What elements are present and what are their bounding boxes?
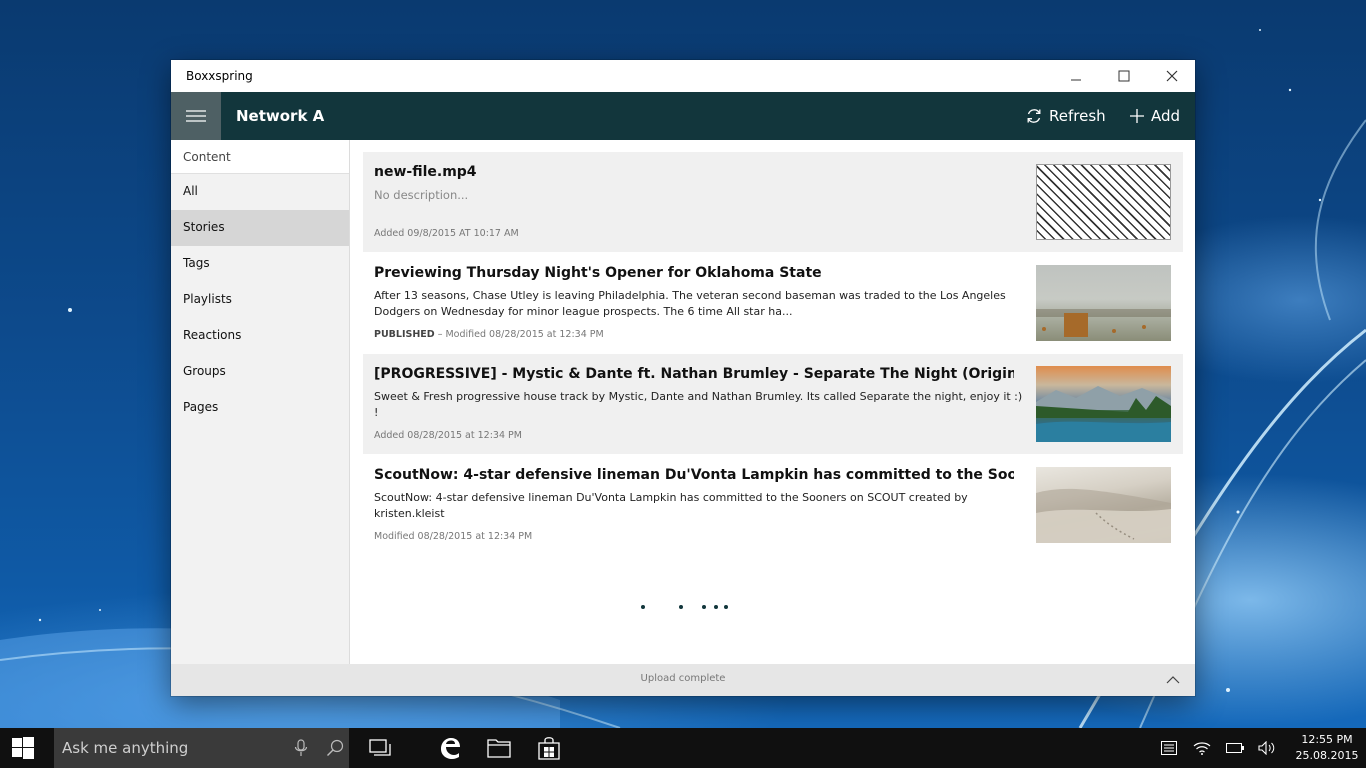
item-meta-text: – Modified 08/28/2015 at 12:34 PM — [434, 329, 604, 340]
item-meta: Added 09/8/2015 AT 10:17 AM — [374, 228, 519, 239]
upload-status: Upload complete — [640, 673, 726, 684]
window-title: Boxxspring — [186, 69, 253, 83]
search-placeholder: Ask me anything — [62, 739, 189, 757]
loading-indicator — [631, 602, 751, 612]
item-title: new-file.mp4 — [374, 164, 477, 180]
edge-icon — [441, 738, 460, 759]
task-view-icon — [369, 739, 391, 756]
windows-logo-icon — [12, 737, 34, 759]
minimize-icon — [1071, 79, 1081, 81]
action-center-button[interactable] — [1158, 728, 1180, 768]
app-header: Network A Refresh Add — [171, 92, 1195, 140]
clock-date: 25.08.2015 — [1295, 749, 1359, 762]
list-item[interactable]: new-file.mp4 No description... Added 09/… — [363, 152, 1183, 252]
sidebar-item-pages[interactable]: Pages — [171, 390, 349, 426]
item-title: ScoutNow: 4-star defensive lineman Du'Vo… — [374, 467, 1014, 483]
sidebar-item-reactions[interactable]: Reactions — [171, 318, 349, 354]
sidebar-item-tags[interactable]: Tags — [171, 246, 349, 282]
item-title: [PROGRESSIVE] - Mystic & Dante ft. Natha… — [374, 366, 1014, 382]
search-box[interactable]: Ask me anything — [54, 728, 349, 768]
network-title: Network A — [236, 107, 325, 125]
expand-status-button[interactable] — [1161, 672, 1185, 688]
close-icon — [1166, 70, 1178, 82]
app-window: Boxxspring Network A Refresh Add Content… — [171, 60, 1195, 696]
item-thumbnail — [1036, 164, 1171, 240]
sidebar-item-stories[interactable]: Stories — [171, 210, 349, 246]
hamburger-icon — [186, 110, 206, 122]
refresh-label: Refresh — [1049, 107, 1106, 125]
sidebar: Content All Stories Tags Playlists React… — [171, 140, 350, 664]
item-meta: PUBLISHED – Modified 08/28/2015 at 12:34… — [374, 329, 604, 340]
item-thumbnail — [1036, 467, 1171, 543]
store-button[interactable] — [531, 728, 567, 768]
item-description: ScoutNow: 4-star defensive lineman Du'Vo… — [374, 491, 968, 520]
content-list: new-file.mp4 No description... Added 09/… — [351, 140, 1195, 664]
battery-icon — [1226, 743, 1244, 753]
battery-button[interactable] — [1224, 728, 1246, 768]
add-button[interactable]: Add — [1129, 92, 1180, 140]
item-thumbnail — [1036, 265, 1171, 341]
menu-button[interactable] — [171, 92, 221, 140]
item-thumbnail — [1036, 366, 1171, 442]
item-description: No description... — [374, 188, 469, 202]
item-title: Previewing Thursday Night's Opener for O… — [374, 265, 822, 281]
folder-icon — [487, 739, 511, 758]
taskbar-clock[interactable]: 12:55 PM 25.08.2015 — [1292, 732, 1362, 764]
chevron-up-icon — [1166, 676, 1180, 684]
wifi-icon — [1193, 742, 1211, 755]
search-icon[interactable] — [326, 739, 344, 757]
list-item[interactable]: [PROGRESSIVE] - Mystic & Dante ft. Natha… — [363, 354, 1183, 454]
item-description: After 13 seasons, Chase Utley is leaving… — [374, 289, 1006, 318]
add-label: Add — [1151, 107, 1181, 125]
item-description: Sweet & Fresh progressive house track by… — [374, 390, 1023, 419]
refresh-icon — [1027, 109, 1041, 123]
sidebar-item-groups[interactable]: Groups — [171, 354, 349, 390]
item-status: PUBLISHED — [374, 329, 435, 340]
speaker-icon — [1258, 741, 1275, 755]
taskbar: Ask me anything 12:55 PM 25.08.2015 — [0, 728, 1366, 768]
close-button[interactable] — [1148, 60, 1196, 92]
sidebar-section-title: Content — [171, 140, 349, 174]
list-item[interactable]: ScoutNow: 4-star defensive lineman Du'Vo… — [363, 455, 1183, 555]
network-button[interactable] — [1191, 728, 1213, 768]
window-titlebar[interactable]: Boxxspring — [171, 60, 1195, 92]
notifications-icon — [1161, 741, 1177, 755]
task-view-button[interactable] — [362, 728, 398, 768]
sidebar-item-all[interactable]: All — [171, 174, 349, 210]
maximize-icon — [1118, 70, 1130, 82]
volume-button[interactable] — [1256, 728, 1278, 768]
list-item[interactable]: Previewing Thursday Night's Opener for O… — [363, 253, 1183, 353]
clock-time: 12:55 PM — [1301, 733, 1353, 746]
minimize-button[interactable] — [1052, 60, 1100, 92]
plus-icon — [1130, 109, 1144, 123]
status-bar: Upload complete — [171, 664, 1195, 696]
store-icon — [538, 737, 560, 760]
start-button[interactable] — [0, 728, 46, 768]
edge-browser-button[interactable] — [432, 728, 468, 768]
refresh-button[interactable]: Refresh — [1025, 92, 1106, 140]
item-meta: Added 08/28/2015 at 12:34 PM — [374, 430, 522, 441]
file-explorer-button[interactable] — [481, 728, 517, 768]
item-meta: Modified 08/28/2015 at 12:34 PM — [374, 531, 533, 542]
microphone-icon[interactable] — [294, 739, 308, 757]
maximize-button[interactable] — [1100, 60, 1148, 92]
sidebar-item-playlists[interactable]: Playlists — [171, 282, 349, 318]
